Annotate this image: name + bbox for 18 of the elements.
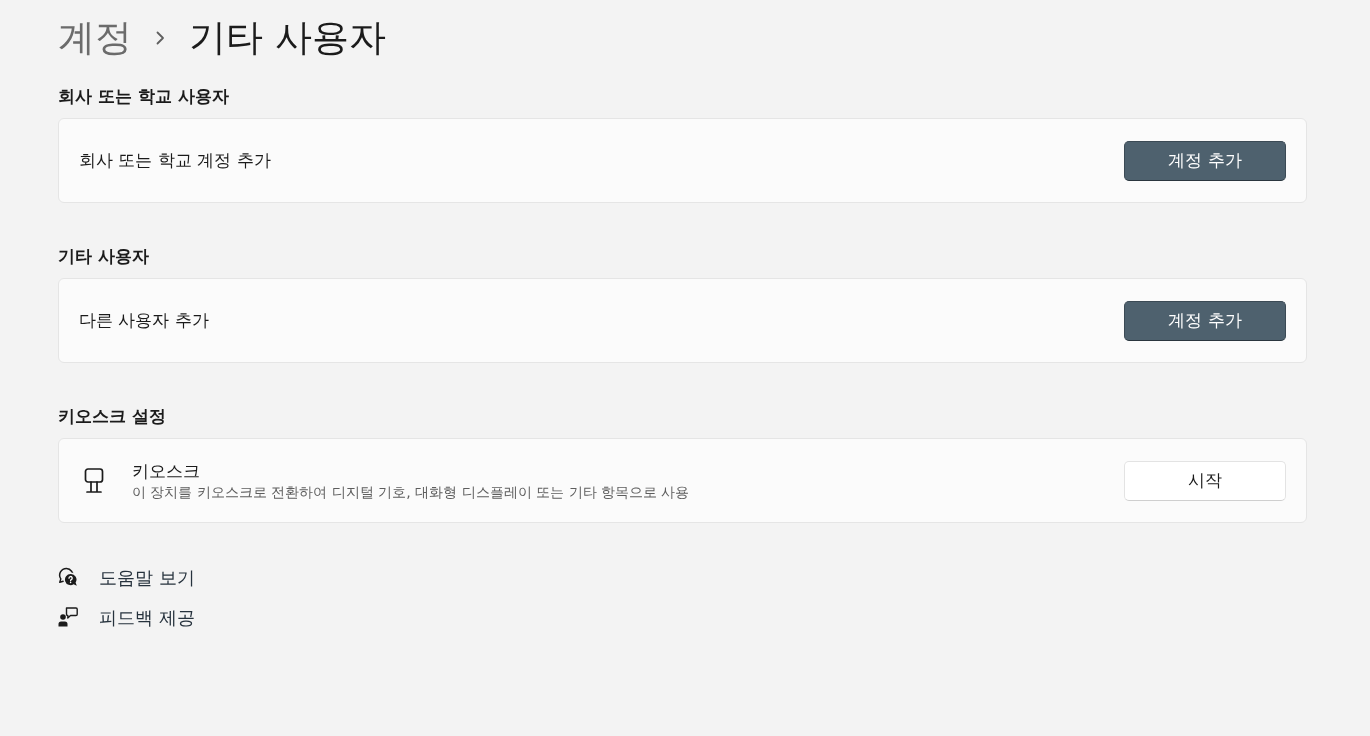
section-heading: 키오스크 설정 [58,405,166,428]
section-heading: 회사 또는 학교 사용자 [58,85,229,108]
card-label: 회사 또는 학교 계정 추가 [79,148,271,172]
kiosk-icon [84,467,104,494]
chevron-right-icon [156,31,165,45]
start-button[interactable]: 시작 [1124,460,1286,501]
breadcrumb-link[interactable]: 계정 [58,14,132,62]
page-title: 기타 사용자 [189,15,386,61]
card-title: 키오스크 [132,459,201,482]
section-heading: 기타 사용자 [58,245,149,268]
add-account-button[interactable]: 계정 추가 [1124,140,1286,181]
add-account-button[interactable]: 계정 추가 [1124,300,1286,341]
card-description: 이 장치를 키오스크로 전환하여 디지털 기호, 대화형 디스플레이 또는 기타 항목으로 사용 [132,482,690,502]
help-link[interactable]: 도움말 보기 [99,563,195,591]
help-icon [58,567,78,587]
feedback-link[interactable]: 피드백 제공 [99,603,195,631]
person-feedback-icon [58,607,78,627]
card-label: 다른 사용자 추가 [79,308,209,332]
